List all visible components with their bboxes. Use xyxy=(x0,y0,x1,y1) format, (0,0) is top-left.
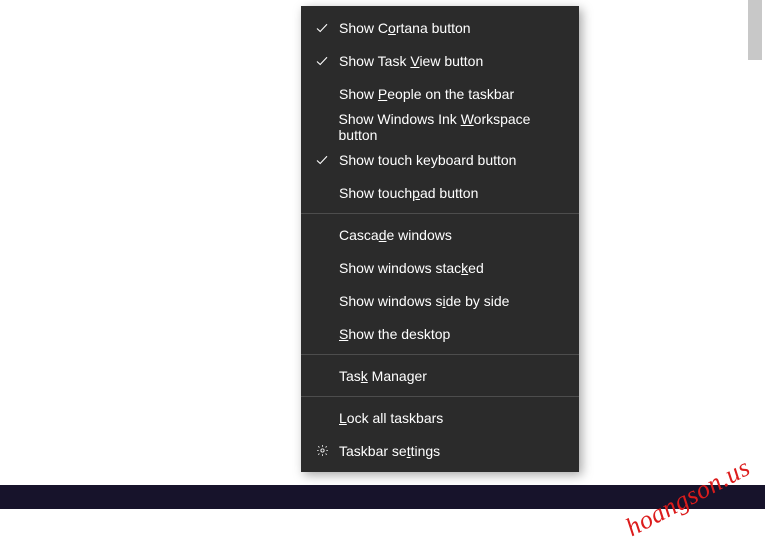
menu-separator xyxy=(301,396,579,397)
menu-label: Show touchpad button xyxy=(339,185,478,201)
taskbar-context-menu: Show Cortana button Show Task View butto… xyxy=(301,6,579,472)
menu-item-show-people[interactable]: Show People on the taskbar xyxy=(301,77,579,110)
menu-item-cascade-windows[interactable]: Cascade windows xyxy=(301,218,579,251)
menu-label: Lock all taskbars xyxy=(339,410,443,426)
check-icon xyxy=(313,22,331,34)
menu-item-task-manager[interactable]: Task Manager xyxy=(301,359,579,392)
menu-item-show-cortana[interactable]: Show Cortana button xyxy=(301,11,579,44)
menu-item-lock-taskbars[interactable]: Lock all taskbars xyxy=(301,401,579,434)
menu-item-windows-side-by-side[interactable]: Show windows side by side xyxy=(301,284,579,317)
menu-label: Show Windows Ink Workspace button xyxy=(339,111,567,143)
menu-item-show-touchpad[interactable]: Show touchpad button xyxy=(301,176,579,209)
menu-label: Task Manager xyxy=(339,368,427,384)
menu-label: Show People on the taskbar xyxy=(339,86,514,102)
menu-label: Show touch keyboard button xyxy=(339,152,516,168)
menu-separator xyxy=(301,213,579,214)
check-icon xyxy=(313,55,331,67)
menu-item-windows-stacked[interactable]: Show windows stacked xyxy=(301,251,579,284)
menu-item-show-desktop[interactable]: Show the desktop xyxy=(301,317,579,350)
menu-item-show-task-view[interactable]: Show Task View button xyxy=(301,44,579,77)
scrollbar-thumb[interactable] xyxy=(748,0,762,60)
menu-label: Show Task View button xyxy=(339,53,483,69)
menu-item-show-touch-keyboard[interactable]: Show touch keyboard button xyxy=(301,143,579,176)
menu-item-taskbar-settings[interactable]: Taskbar settings xyxy=(301,434,579,467)
menu-label: Show Cortana button xyxy=(339,20,471,36)
menu-label: Show windows side by side xyxy=(339,293,509,309)
menu-label: Cascade windows xyxy=(339,227,452,243)
menu-label: Taskbar settings xyxy=(339,443,440,459)
menu-separator xyxy=(301,354,579,355)
taskbar-strip xyxy=(0,485,765,509)
gear-icon xyxy=(313,444,331,457)
menu-label: Show the desktop xyxy=(339,326,450,342)
menu-item-show-ink[interactable]: Show Windows Ink Workspace button xyxy=(301,110,579,143)
check-icon xyxy=(313,154,331,166)
menu-label: Show windows stacked xyxy=(339,260,484,276)
